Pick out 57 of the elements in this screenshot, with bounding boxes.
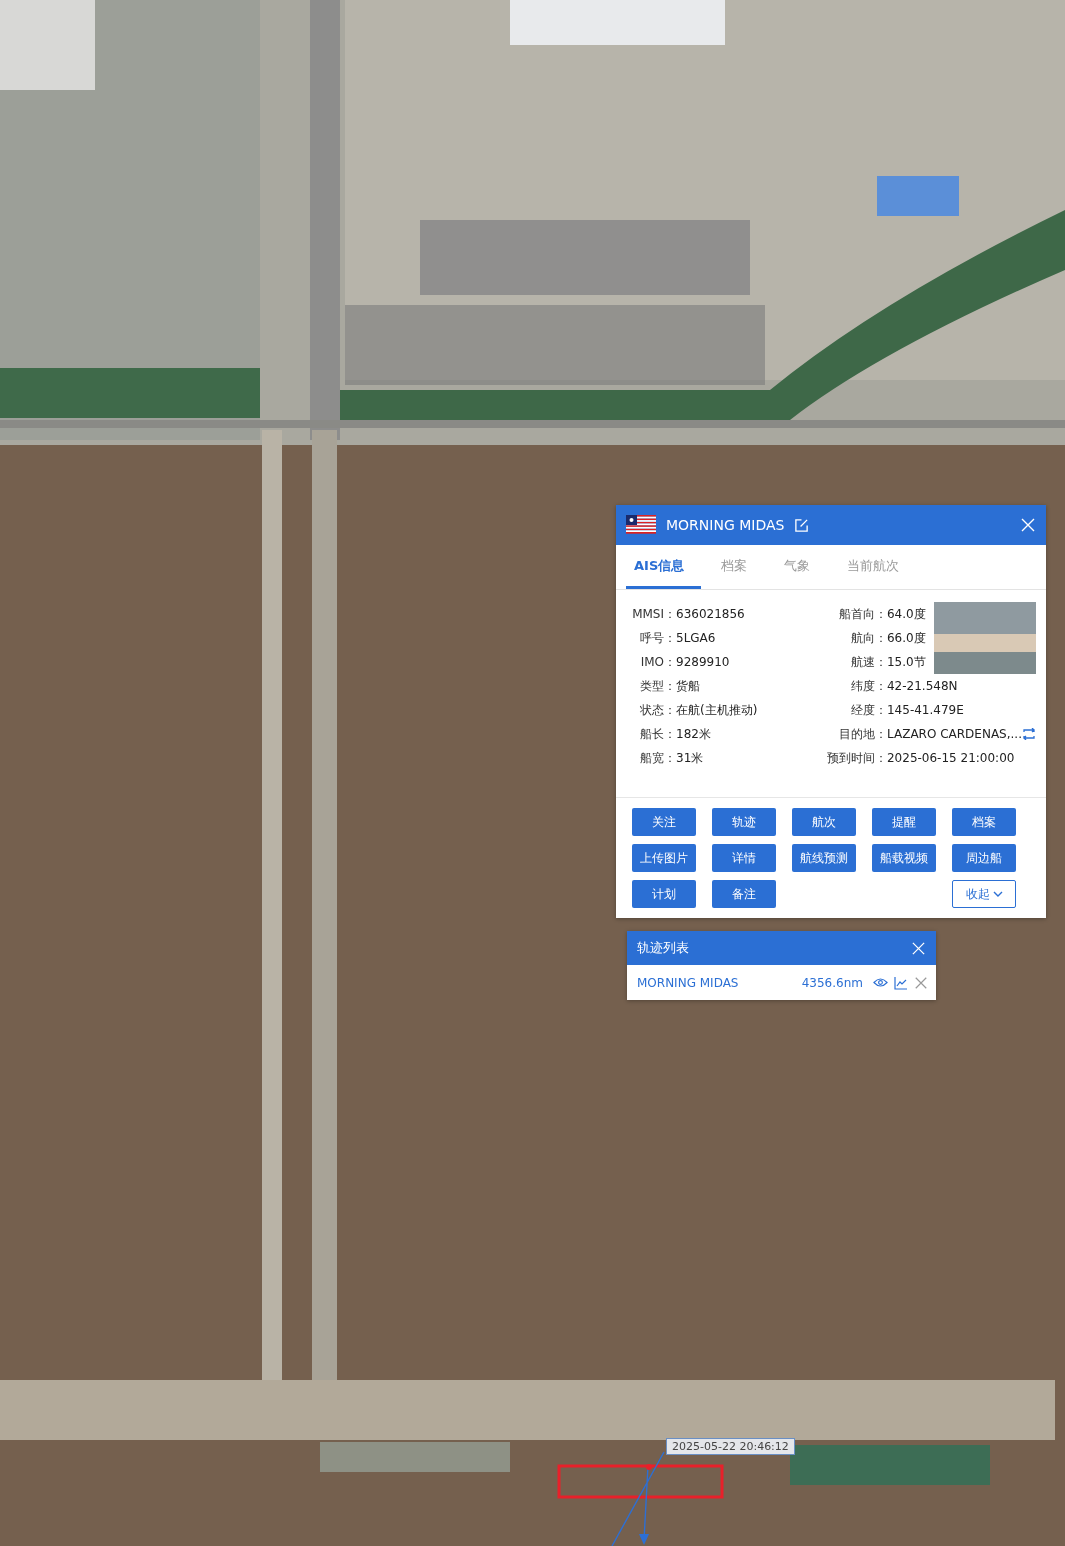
- timestamp-label: 2025-05-22 20:46:12: [666, 1438, 795, 1455]
- action-button[interactable]: 船载视频: [872, 844, 936, 872]
- field-label: MMSI：: [631, 605, 676, 623]
- action-button[interactable]: 详情: [712, 844, 776, 872]
- field-label: 经度：: [850, 701, 887, 719]
- field-value: 64.0度: [887, 605, 926, 623]
- field-label: 船首向：: [838, 605, 887, 623]
- field-label: 航向：: [850, 629, 887, 647]
- action-button[interactable]: 航线预测: [792, 844, 856, 872]
- collapse-button[interactable]: 收起: [952, 880, 1016, 908]
- track-list-title: 轨迹列表: [637, 939, 689, 957]
- field-label: 类型：: [639, 677, 676, 695]
- field-value: 31米: [676, 749, 705, 767]
- action-button[interactable]: 周边船: [952, 844, 1016, 872]
- panel-tab[interactable]: 气象: [776, 545, 828, 589]
- field-value: 2025-06-15 21:00:00: [887, 751, 1016, 765]
- panel-tab[interactable]: 当前航次: [839, 545, 917, 589]
- field-value: 货船: [676, 677, 701, 695]
- panel-tab[interactable]: AIS信息: [626, 545, 702, 589]
- line-chart-icon[interactable]: [894, 975, 908, 990]
- action-button[interactable]: 关注: [632, 808, 696, 836]
- field-value: 182米: [676, 725, 712, 743]
- action-button[interactable]: 轨迹: [712, 808, 776, 836]
- flag-icon: [626, 515, 656, 535]
- ship-name-title: MORNING MIDAS: [666, 517, 785, 533]
- close-icon[interactable]: [914, 975, 928, 990]
- field-label: 呼号：: [639, 629, 676, 647]
- field-value: 145-41.479E: [887, 703, 965, 717]
- field-label: 船宽：: [639, 749, 676, 767]
- swap-icon[interactable]: [1022, 728, 1036, 740]
- field-value: 66.0度: [887, 629, 926, 647]
- eye-icon[interactable]: [873, 977, 888, 988]
- field-label: 预到时间：: [826, 749, 887, 767]
- chevron-down-icon: [992, 890, 1003, 898]
- field-label: 船长：: [639, 725, 676, 743]
- action-button[interactable]: 计划: [632, 880, 696, 908]
- edit-icon[interactable]: [794, 517, 810, 533]
- action-button[interactable]: 备注: [712, 880, 776, 908]
- field-value: 5LGA6: [676, 631, 717, 645]
- field-label: 纬度：: [850, 677, 887, 695]
- field-value: 42-21.548N: [887, 679, 959, 693]
- track-distance: 4356.6nm: [801, 975, 863, 990]
- action-button[interactable]: 上传图片: [632, 844, 696, 872]
- action-button[interactable]: 提醒: [872, 808, 936, 836]
- track-ship-name[interactable]: MORNING MIDAS: [637, 975, 796, 990]
- field-value: 15.0节: [887, 653, 926, 671]
- panel-tab[interactable]: 档案: [713, 545, 765, 589]
- field-value: 9289910: [676, 655, 731, 669]
- field-value: 636021856: [676, 607, 746, 621]
- field-value: LAZARO CARDENAS,...: [887, 727, 1022, 741]
- field-label: 目的地：: [838, 725, 887, 743]
- action-button[interactable]: 航次: [792, 808, 856, 836]
- action-button[interactable]: 档案: [952, 808, 1016, 836]
- field-label: 航速：: [850, 653, 887, 671]
- field-label: IMO：: [639, 653, 676, 671]
- field-value: 在航(主机推动): [676, 701, 759, 719]
- field-label: 状态：: [639, 701, 676, 719]
